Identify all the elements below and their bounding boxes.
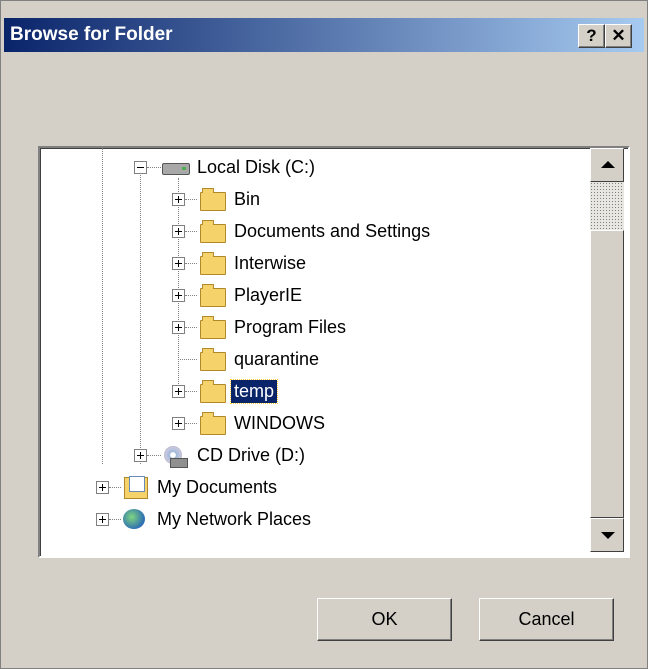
tree-item-temp[interactable]: temp — [199, 376, 279, 406]
folder-icon — [199, 412, 226, 435]
expand-interwise-toggle[interactable] — [172, 257, 185, 270]
vertical-scrollbar[interactable] — [590, 148, 624, 552]
tree-item-documents-and-settings[interactable]: Documents and Settings — [199, 216, 433, 246]
cd-drive-icon — [162, 444, 188, 468]
expand-my-documents-toggle[interactable] — [96, 481, 109, 494]
dialog-title: Browse for Folder — [10, 24, 173, 45]
tree-item-label: My Network Places — [157, 508, 312, 529]
hard-disk-icon — [162, 156, 190, 178]
expand-playerie-toggle[interactable] — [172, 289, 185, 302]
folder-icon — [199, 252, 226, 275]
tree-item-label-selected: temp — [229, 378, 279, 404]
folder-icon — [199, 284, 226, 307]
tree-item-quarantine[interactable]: quarantine — [199, 344, 322, 374]
tree-line — [185, 391, 197, 392]
tree-content: Local Disk (C:) Bin Documents and Settin… — [40, 148, 590, 556]
close-button[interactable]: ✕ — [605, 24, 632, 48]
tree-item-program-files[interactable]: Program Files — [199, 312, 349, 342]
tree-item-my-documents[interactable]: My Documents — [122, 472, 280, 502]
expand-cd-drive-toggle[interactable] — [134, 449, 147, 462]
expand-program-files-toggle[interactable] — [172, 321, 185, 334]
scroll-thumb[interactable] — [590, 230, 624, 518]
expand-windows-toggle[interactable] — [172, 417, 185, 430]
tree-item-label: CD Drive (D:) — [197, 444, 305, 465]
tree-item-playerie[interactable]: PlayerIE — [199, 280, 305, 310]
title-bar[interactable]: Browse for Folder ? ✕ — [4, 18, 644, 52]
tree-item-label: PlayerIE — [234, 284, 303, 305]
scroll-down-button[interactable] — [590, 518, 624, 552]
tree-item-label: Local Disk (C:) — [197, 156, 316, 177]
tree-line — [109, 487, 121, 488]
tree-line — [102, 148, 103, 464]
tree-line — [147, 167, 161, 168]
expand-bin-toggle[interactable] — [172, 193, 185, 206]
tree-item-windows[interactable]: WINDOWS — [199, 408, 328, 438]
network-places-icon — [122, 508, 148, 530]
cancel-button[interactable]: Cancel — [479, 598, 614, 641]
tree-line — [178, 359, 197, 360]
tree-line — [185, 263, 197, 264]
expand-temp-toggle[interactable] — [172, 385, 185, 398]
tree-line — [178, 178, 179, 398]
open-folder-icon — [199, 380, 226, 403]
tree-item-label: Program Files — [234, 316, 347, 337]
tree-item-bin[interactable]: Bin — [199, 184, 263, 214]
expand-my-network-places-toggle[interactable] — [96, 513, 109, 526]
scroll-up-button[interactable] — [590, 148, 624, 182]
arrow-up-icon — [601, 161, 615, 168]
expand-documents-and-settings-toggle[interactable] — [172, 225, 185, 238]
folder-icon — [199, 188, 226, 211]
tree-line — [140, 172, 141, 464]
tree-item-cd-drive[interactable]: CD Drive (D:) — [162, 440, 308, 470]
folder-tree-view[interactable]: Local Disk (C:) Bin Documents and Settin… — [38, 146, 630, 558]
arrow-down-icon — [601, 532, 615, 539]
tree-item-label: Interwise — [234, 252, 307, 273]
tree-item-label: WINDOWS — [234, 412, 325, 433]
scroll-track[interactable] — [590, 182, 624, 230]
ok-button[interactable]: OK — [317, 598, 452, 641]
tree-line — [147, 455, 161, 456]
tree-item-label: Bin — [234, 188, 261, 209]
tree-item-local-disk[interactable]: Local Disk (C:) — [162, 152, 318, 182]
tree-line — [185, 423, 197, 424]
tree-line — [185, 199, 197, 200]
tree-line — [109, 519, 121, 520]
folder-icon — [199, 348, 226, 371]
tree-item-interwise[interactable]: Interwise — [199, 248, 309, 278]
collapse-local-disk-toggle[interactable] — [134, 161, 147, 174]
help-button[interactable]: ? — [578, 24, 605, 48]
tree-item-my-network-places[interactable]: My Network Places — [122, 504, 314, 534]
tree-item-label: Documents and Settings — [234, 220, 431, 241]
tree-item-label: My Documents — [157, 476, 278, 497]
browse-for-folder-dialog: Browse for Folder ? ✕ Local Disk (C:) Bi… — [0, 0, 648, 669]
my-documents-icon — [122, 476, 148, 499]
tree-line — [185, 295, 197, 296]
tree-line — [185, 327, 197, 328]
tree-line — [185, 231, 197, 232]
folder-icon — [199, 316, 226, 339]
folder-icon — [199, 220, 226, 243]
tree-item-label: quarantine — [234, 348, 320, 369]
